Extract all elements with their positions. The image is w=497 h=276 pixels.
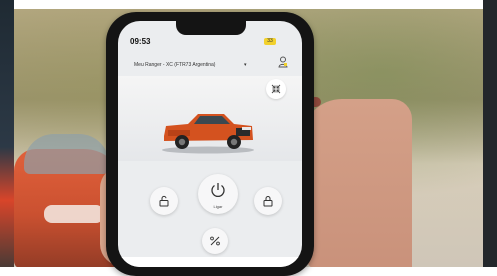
vehicle-image <box>162 114 254 154</box>
right-hand <box>302 99 412 267</box>
background-truck-glass <box>24 134 109 174</box>
lock-button[interactable] <box>254 187 282 215</box>
fan-icon <box>210 236 220 246</box>
unlock-button[interactable] <box>150 187 178 215</box>
chevron-down-icon[interactable]: ▾ <box>244 62 247 68</box>
left-edge <box>0 0 14 267</box>
phone-screen: 09:53 33 Meu Ranger - XC (FTR73 Argentin… <box>118 21 302 267</box>
smartphone: 09:53 33 Meu Ranger - XC (FTR73 Argentin… <box>106 12 314 276</box>
start-label: Ligar <box>213 204 223 209</box>
climate-button[interactable] <box>202 228 228 254</box>
power-icon <box>211 183 225 197</box>
right-edge <box>483 0 497 267</box>
unlock-icon <box>159 195 169 207</box>
expand-button[interactable] <box>266 79 286 99</box>
lock-icon <box>263 196 273 207</box>
vehicle-selector[interactable]: Meu Ranger - XC (FTR73 Argentina) <box>134 62 215 68</box>
notch <box>176 21 246 35</box>
status-time: 09:53 <box>130 37 151 46</box>
person-icon[interactable] <box>278 56 288 68</box>
collapse-arrows-icon <box>271 84 281 94</box>
battery-indicator: 33 <box>264 38 276 45</box>
bottom-bar <box>118 257 302 267</box>
start-engine-button[interactable]: Ligar <box>198 174 238 214</box>
background-truck-headlight <box>44 205 104 223</box>
